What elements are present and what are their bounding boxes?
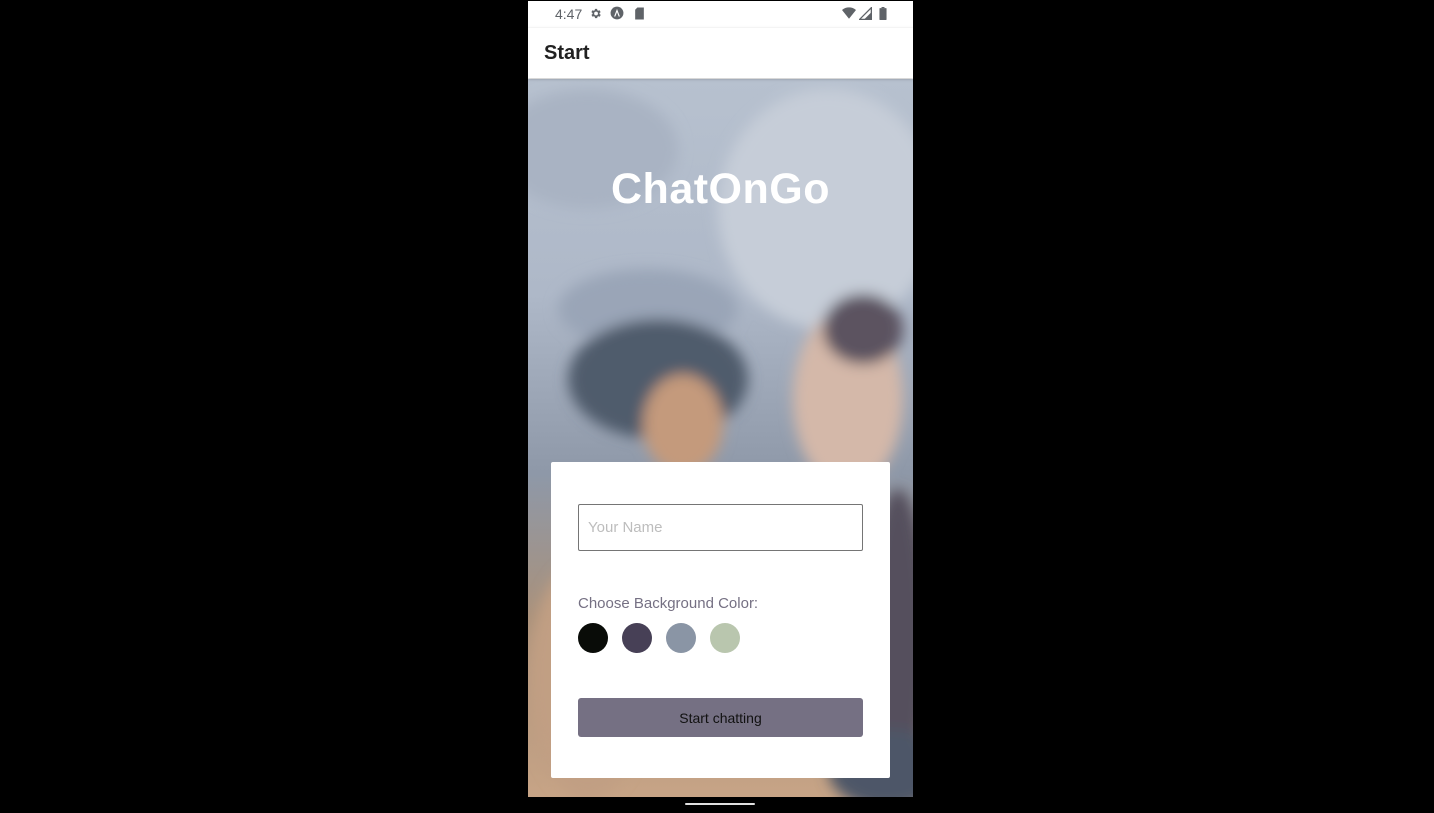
- color-swatch-green[interactable]: [710, 623, 740, 653]
- status-time: 4:47: [555, 6, 583, 22]
- name-input[interactable]: [578, 504, 863, 551]
- start-form-card: Choose Background Color: Start chatting: [551, 462, 890, 778]
- phone-screen: 4:47 Start ChatOnGo Your Name Choose Bac…: [528, 1, 913, 797]
- color-swatch-black[interactable]: [578, 623, 608, 653]
- app-bar-title: Start: [544, 42, 590, 64]
- color-choice-label: Choose Background Color:: [578, 595, 759, 612]
- status-bar: 4:47: [528, 1, 913, 28]
- color-swatch-purple[interactable]: [622, 623, 652, 653]
- wifi-icon: [842, 6, 856, 20]
- color-swatch-gray-blue[interactable]: [666, 623, 696, 653]
- android-logo-icon: [610, 6, 624, 20]
- start-chatting-button[interactable]: Start chatting: [578, 698, 863, 737]
- app-bar: Start: [528, 28, 913, 78]
- background-image: ChatOnGo Choose Background Color: Start …: [528, 79, 913, 797]
- sd-card-icon: [632, 6, 646, 20]
- app-title: ChatOnGo: [611, 165, 830, 213]
- gear-icon: [588, 6, 602, 20]
- battery-icon: [876, 6, 890, 20]
- home-indicator[interactable]: [685, 803, 755, 805]
- cell-signal-icon: [858, 6, 872, 20]
